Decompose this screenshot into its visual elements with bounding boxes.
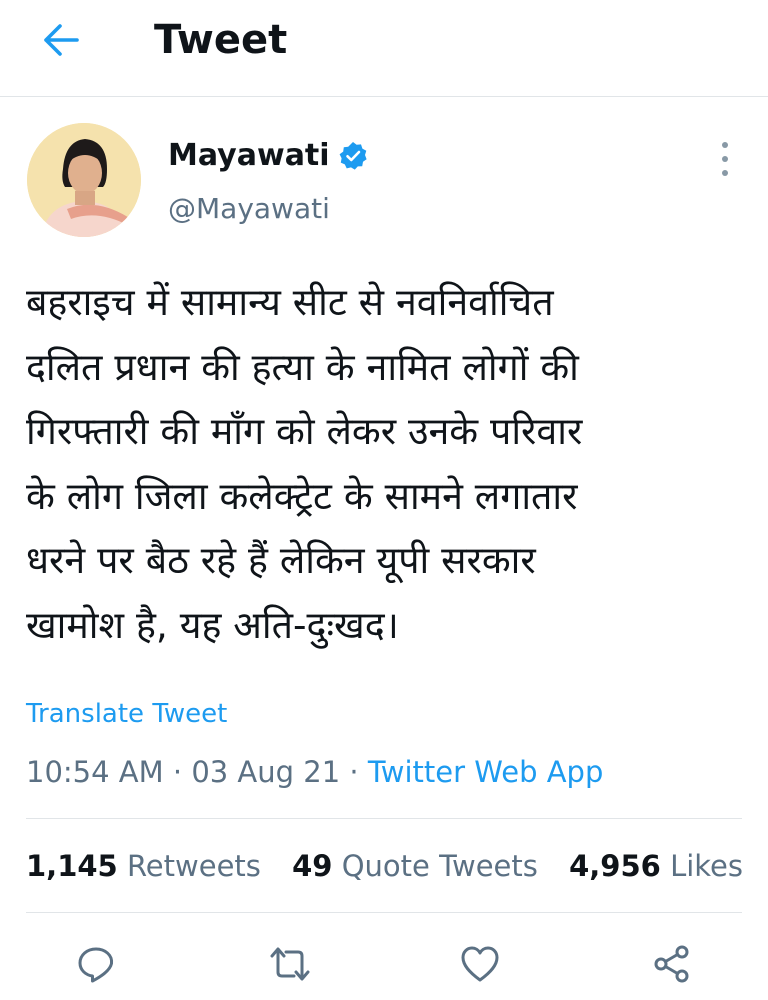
tweet-date: 03 Aug 21 (191, 755, 341, 789)
retweets-count: 1,145 (26, 849, 118, 883)
arrow-left-icon (44, 24, 79, 56)
translate-tweet-link[interactable]: Translate Tweet (26, 696, 227, 732)
author-handle[interactable]: @Mayawati (168, 190, 330, 228)
top-bar: Tweet (0, 0, 768, 97)
more-dot-icon (722, 142, 728, 148)
more-dot-icon (722, 170, 728, 176)
divider (26, 912, 742, 913)
share-icon (654, 945, 689, 983)
likes-label: Likes (670, 849, 743, 883)
back-button[interactable] (38, 20, 84, 60)
share-button[interactable] (648, 940, 696, 988)
more-dot-icon (722, 156, 728, 162)
page-title: Tweet (154, 17, 288, 63)
tweet-source-link[interactable]: Twitter Web App (368, 755, 604, 789)
likes-count: 4,956 (569, 849, 661, 883)
quote-tweets-count: 49 (292, 849, 333, 883)
engagement-stats: 1,145 Retweets 49 Quote Tweets 4,956 Lik… (26, 846, 765, 886)
avatar[interactable] (27, 123, 141, 237)
more-options-button[interactable] (712, 142, 738, 176)
reply-button[interactable] (72, 940, 120, 988)
tweet-actions-bar (0, 936, 768, 992)
quote-tweets-label: Quote Tweets (341, 849, 538, 883)
like-button[interactable] (456, 940, 504, 988)
meta-separator: · (349, 755, 359, 789)
avatar-image (27, 123, 141, 237)
retweet-icon (270, 947, 310, 981)
verified-badge-icon (339, 142, 367, 170)
retweets-label: Retweets (126, 849, 261, 883)
meta-separator: · (172, 755, 183, 789)
author-name-row[interactable]: Mayawati (168, 134, 368, 178)
divider (26, 818, 742, 819)
tweet-time: 10:54 AM (26, 755, 164, 789)
quote-tweets-stat[interactable]: 49 Quote Tweets (292, 846, 538, 886)
tweet-text: बहराइच में सामान्य सीट से नवनिर्वाचित दल… (26, 280, 583, 647)
tweet-metadata: 10:54 AM · 03 Aug 21 · Twitter Web App (26, 752, 603, 792)
like-icon (461, 946, 499, 982)
author-display-name[interactable]: Mayawati (168, 134, 330, 178)
retweet-button[interactable] (266, 940, 314, 988)
reply-icon (78, 947, 114, 983)
likes-stat[interactable]: 4,956 Likes (569, 846, 743, 886)
retweets-stat[interactable]: 1,145 Retweets (26, 846, 261, 886)
